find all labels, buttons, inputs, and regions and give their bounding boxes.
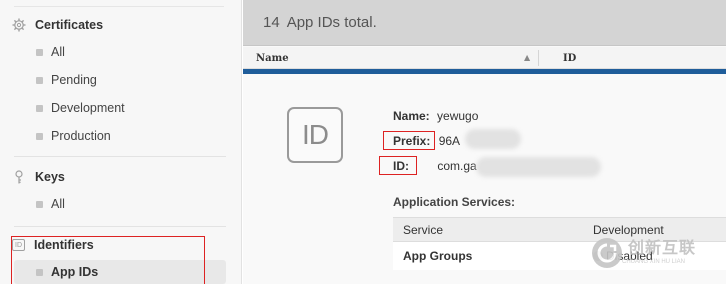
sidebar-divider bbox=[14, 226, 226, 227]
sidebar-divider bbox=[14, 6, 224, 7]
watermark-subtext: CHUANG XIN HU LIAN bbox=[622, 259, 686, 265]
detail-id-value: com.ga bbox=[437, 159, 477, 173]
sidebar-item-label: All bbox=[51, 45, 65, 59]
sort-ascending-icon[interactable]: ▲ bbox=[524, 53, 530, 62]
column-header-name[interactable]: Name bbox=[256, 53, 289, 64]
detail-name-row: Name: yewugo bbox=[393, 109, 478, 123]
annotation-box-identifiers bbox=[11, 236, 205, 284]
sidebar-heading-label: Keys bbox=[35, 170, 65, 184]
watermark-text: 创新互联 bbox=[628, 240, 697, 257]
watermark: 创新互联 CHUANG XIN HU LIAN bbox=[592, 238, 696, 268]
watermark-logo-icon bbox=[592, 238, 622, 268]
column-header-development: Development bbox=[593, 223, 664, 237]
detail-prefix-value: 96A bbox=[438, 134, 461, 148]
redaction-blur bbox=[465, 129, 521, 149]
sidebar-item-production[interactable]: Production bbox=[14, 124, 226, 148]
app-id-badge-icon: ID bbox=[287, 107, 343, 163]
annotation-box-prefix bbox=[383, 131, 435, 150]
selected-row-bar[interactable] bbox=[243, 69, 726, 74]
bullet-icon bbox=[36, 76, 43, 84]
bullet-icon bbox=[36, 48, 43, 56]
bullet-icon bbox=[36, 200, 43, 208]
redaction-blur bbox=[476, 157, 601, 177]
column-header-service: Service bbox=[403, 223, 444, 237]
sidebar-item-label: Production bbox=[51, 129, 111, 143]
gear-icon bbox=[12, 18, 26, 32]
sidebar-item-label: All bbox=[51, 197, 65, 211]
sidebar-item-development[interactable]: Development bbox=[14, 96, 226, 120]
sidebar-heading-label: Certificates bbox=[35, 18, 104, 32]
column-header-id[interactable]: ID bbox=[563, 53, 576, 64]
sidebar-item-label: Pending bbox=[51, 73, 97, 87]
bullet-icon bbox=[36, 104, 43, 112]
sidebar-item-certificates-all[interactable]: All bbox=[14, 40, 226, 64]
total-count: 14 bbox=[263, 14, 280, 31]
bullet-icon bbox=[36, 132, 43, 140]
sidebar: Certificates All Pending Development Pro… bbox=[0, 0, 242, 284]
sidebar-heading-keys[interactable]: Keys bbox=[12, 168, 65, 186]
sidebar-item-label: Development bbox=[51, 101, 125, 115]
service-name: App Groups bbox=[403, 249, 473, 263]
sidebar-item-pending[interactable]: Pending bbox=[14, 68, 226, 92]
sidebar-divider bbox=[14, 156, 226, 157]
detail-name-label: Name: bbox=[393, 109, 430, 123]
detail-name-value: yewugo bbox=[437, 109, 479, 123]
sidebar-heading-certificates[interactable]: Certificates bbox=[12, 16, 103, 34]
application-services-title: Application Services: bbox=[393, 195, 516, 209]
total-label: App IDs total. bbox=[286, 14, 377, 31]
annotation-box-id bbox=[379, 156, 417, 175]
key-icon bbox=[12, 170, 26, 184]
total-count-bar: 14 App IDs total. bbox=[243, 0, 726, 46]
sidebar-item-keys-all[interactable]: All bbox=[14, 192, 226, 216]
table-header: Name ▲ ID bbox=[243, 47, 726, 69]
column-separator[interactable] bbox=[538, 50, 539, 66]
